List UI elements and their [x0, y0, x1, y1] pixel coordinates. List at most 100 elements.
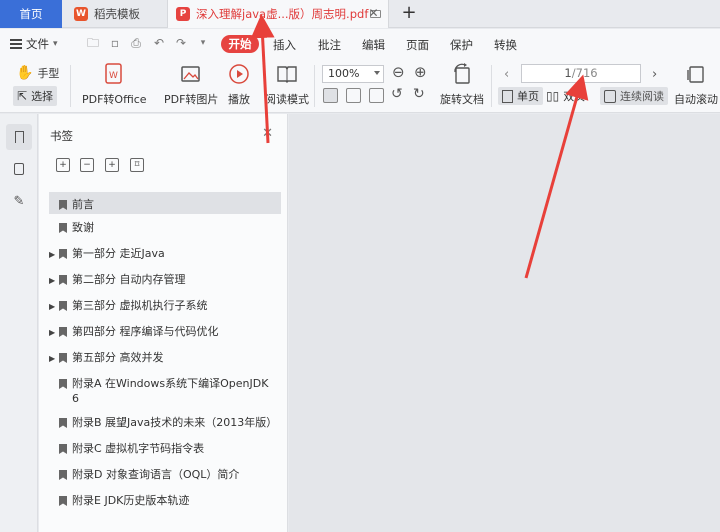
rotate-left-icon[interactable]: ↺	[391, 86, 403, 102]
bookmark-item[interactable]: 附录B 展望Java技术的未来（2013年版）	[49, 413, 281, 432]
add-bookmark-icon[interactable]: +	[105, 158, 119, 172]
bookmark-icon	[59, 353, 67, 363]
bookmark-label: 前言	[72, 198, 94, 211]
bookmark-label: 第四部分 程序编译与代码优化	[72, 325, 219, 338]
bookmark-item[interactable]: ▶ 第三部分 虚拟机执行子系统	[49, 296, 281, 315]
file-menu[interactable]: 文件 ▾	[10, 36, 58, 52]
page-number-input[interactable]: 1/716	[521, 64, 641, 83]
bookmark-label: 致谢	[72, 221, 94, 234]
more-dropdown-icon[interactable]: ▾	[196, 37, 210, 50]
bookmark-icon	[14, 131, 24, 143]
open-folder-icon[interactable]: 🗀	[86, 37, 100, 50]
tab-pdf-document[interactable]: P 深入理解java虚...版）周志明.pdf ✕	[167, 0, 389, 28]
play-button[interactable]: 播放	[228, 63, 250, 107]
fit-page-icon[interactable]	[346, 88, 361, 103]
next-page-icon[interactable]: ›	[652, 67, 657, 82]
menu-insert[interactable]: 插入	[273, 37, 296, 53]
bookmark-label: 第五部分 高效并发	[72, 351, 164, 364]
select-tool-button[interactable]: ⇱ 选择	[13, 86, 58, 106]
continuous-read-button[interactable]: 连续阅读	[600, 87, 668, 105]
single-page-label: 单页	[517, 90, 539, 103]
bookmark-item[interactable]: 致谢	[49, 218, 281, 237]
file-menu-label: 文件	[26, 37, 49, 51]
bookmark-label: 附录C 虚拟机字节码指令表	[72, 442, 205, 455]
pdf-to-image-button[interactable]: PDF转图片	[164, 63, 218, 107]
toolbar: ✋ 手型 ⇱ 选择 W PDF转Office PDF转图片 播放 阅读模式 10…	[0, 59, 720, 113]
left-rail: ✎	[0, 114, 38, 532]
menu-page[interactable]: 页面	[406, 37, 429, 53]
menu-edit[interactable]: 编辑	[362, 37, 385, 53]
zoom-out-icon[interactable]: ⊖	[392, 63, 405, 81]
bookmark-icon	[59, 249, 67, 259]
print-icon[interactable]: ⎙	[129, 37, 143, 50]
expand-arrow-icon[interactable]: ▶	[49, 350, 59, 363]
double-page-button[interactable]: ▯▯ 双页	[546, 88, 585, 104]
collapse-all-icon[interactable]: −	[80, 158, 94, 172]
bookmark-label-line1: 附录A 在Windows系统下编译OpenJDK	[72, 377, 269, 390]
bookmark-item[interactable]: ▶ 第四部分 程序编译与代码优化	[49, 322, 281, 341]
divider	[70, 65, 71, 107]
rotate-right-icon[interactable]: ↻	[413, 86, 425, 102]
chevron-down-icon: ▾	[53, 39, 58, 49]
actual-size-icon[interactable]	[323, 88, 338, 103]
menu-annotate[interactable]: 批注	[318, 37, 341, 53]
expand-all-icon[interactable]: +	[56, 158, 70, 172]
expand-arrow-icon[interactable]: ▶	[49, 298, 59, 311]
previous-page-icon[interactable]: ‹	[504, 67, 509, 82]
double-page-label: 双页	[563, 90, 586, 103]
zoom-select[interactable]: 100%	[322, 65, 384, 83]
bookmark-icon	[59, 418, 67, 428]
zoom-in-icon[interactable]: ⊕	[414, 63, 427, 81]
pdf-to-office-button[interactable]: W PDF转Office	[82, 63, 147, 107]
new-tab-button[interactable]: +	[398, 3, 420, 25]
bookmark-icon	[59, 444, 67, 454]
bookmark-item[interactable]: ▶ 第一部分 走近Java	[49, 244, 281, 263]
tab-home[interactable]: 首页	[0, 0, 62, 28]
bookmark-item[interactable]: 前言	[49, 192, 281, 214]
bookmark-item[interactable]: 附录C 虚拟机字节码指令表	[49, 439, 281, 458]
play-icon	[228, 63, 250, 85]
signature-panel-button[interactable]: ✎	[6, 188, 32, 214]
expand-arrow-icon[interactable]: ▶	[49, 272, 59, 285]
save-icon[interactable]: ▫	[108, 37, 122, 50]
read-mode-button[interactable]: 阅读模式	[265, 63, 309, 107]
tab-template[interactable]: W 稻壳模板	[64, 0, 166, 28]
bookmark-icon	[59, 200, 67, 210]
bookmark-item[interactable]: 附录D 对象查询语言（OQL）简介	[49, 465, 281, 484]
bookmark-item[interactable]: 附录E JDK历史版本轨迹	[49, 491, 281, 510]
menu-convert[interactable]: 转换	[494, 37, 517, 53]
bookmark-panel-button[interactable]	[6, 124, 32, 150]
menu-protect[interactable]: 保护	[450, 37, 473, 53]
menu-start[interactable]: 开始	[221, 35, 259, 53]
tab-bar: 首页 W 稻壳模板 P 深入理解java虚...版）周志明.pdf ✕ +	[0, 0, 720, 28]
undo-icon[interactable]: ↶	[152, 37, 166, 50]
bookmark-icon[interactable]: ⌑	[130, 158, 144, 172]
close-icon[interactable]: ✕	[367, 7, 380, 20]
thumbnail-panel-button[interactable]	[6, 156, 32, 182]
divider	[491, 65, 492, 107]
divider	[314, 65, 315, 107]
bookmark-item[interactable]: ▶ 第五部分 高效并发	[49, 348, 281, 367]
bookmark-icon	[59, 223, 67, 233]
single-page-button[interactable]: 单页	[498, 87, 543, 105]
auto-scroll-button[interactable]: 自动滚动	[674, 63, 718, 107]
fit-width-icon[interactable]	[369, 88, 384, 103]
close-icon[interactable]: ✕	[262, 126, 273, 141]
bookmark-label: 附录E JDK历史版本轨迹	[72, 494, 190, 507]
bookmark-item[interactable]: 附录A 在Windows系统下编译OpenJDK 6	[49, 374, 281, 408]
bookmark-icon	[59, 496, 67, 506]
bookmark-item[interactable]: ▶ 第二部分 自动内存管理	[49, 270, 281, 289]
pdf-to-office-icon: W	[103, 63, 125, 85]
expand-arrow-icon[interactable]: ▶	[49, 246, 59, 259]
document-canvas[interactable]	[289, 114, 720, 532]
expand-arrow-icon[interactable]: ▶	[49, 324, 59, 337]
hamburger-icon	[10, 39, 22, 49]
bookmark-label: 附录D 对象查询语言（OQL）简介	[72, 468, 240, 481]
svg-text:W: W	[109, 71, 118, 81]
rotate-document-button[interactable]: 旋转文档	[440, 63, 484, 107]
redo-icon[interactable]: ↷	[174, 37, 188, 50]
hand-tool-button[interactable]: ✋ 手型	[16, 65, 59, 81]
